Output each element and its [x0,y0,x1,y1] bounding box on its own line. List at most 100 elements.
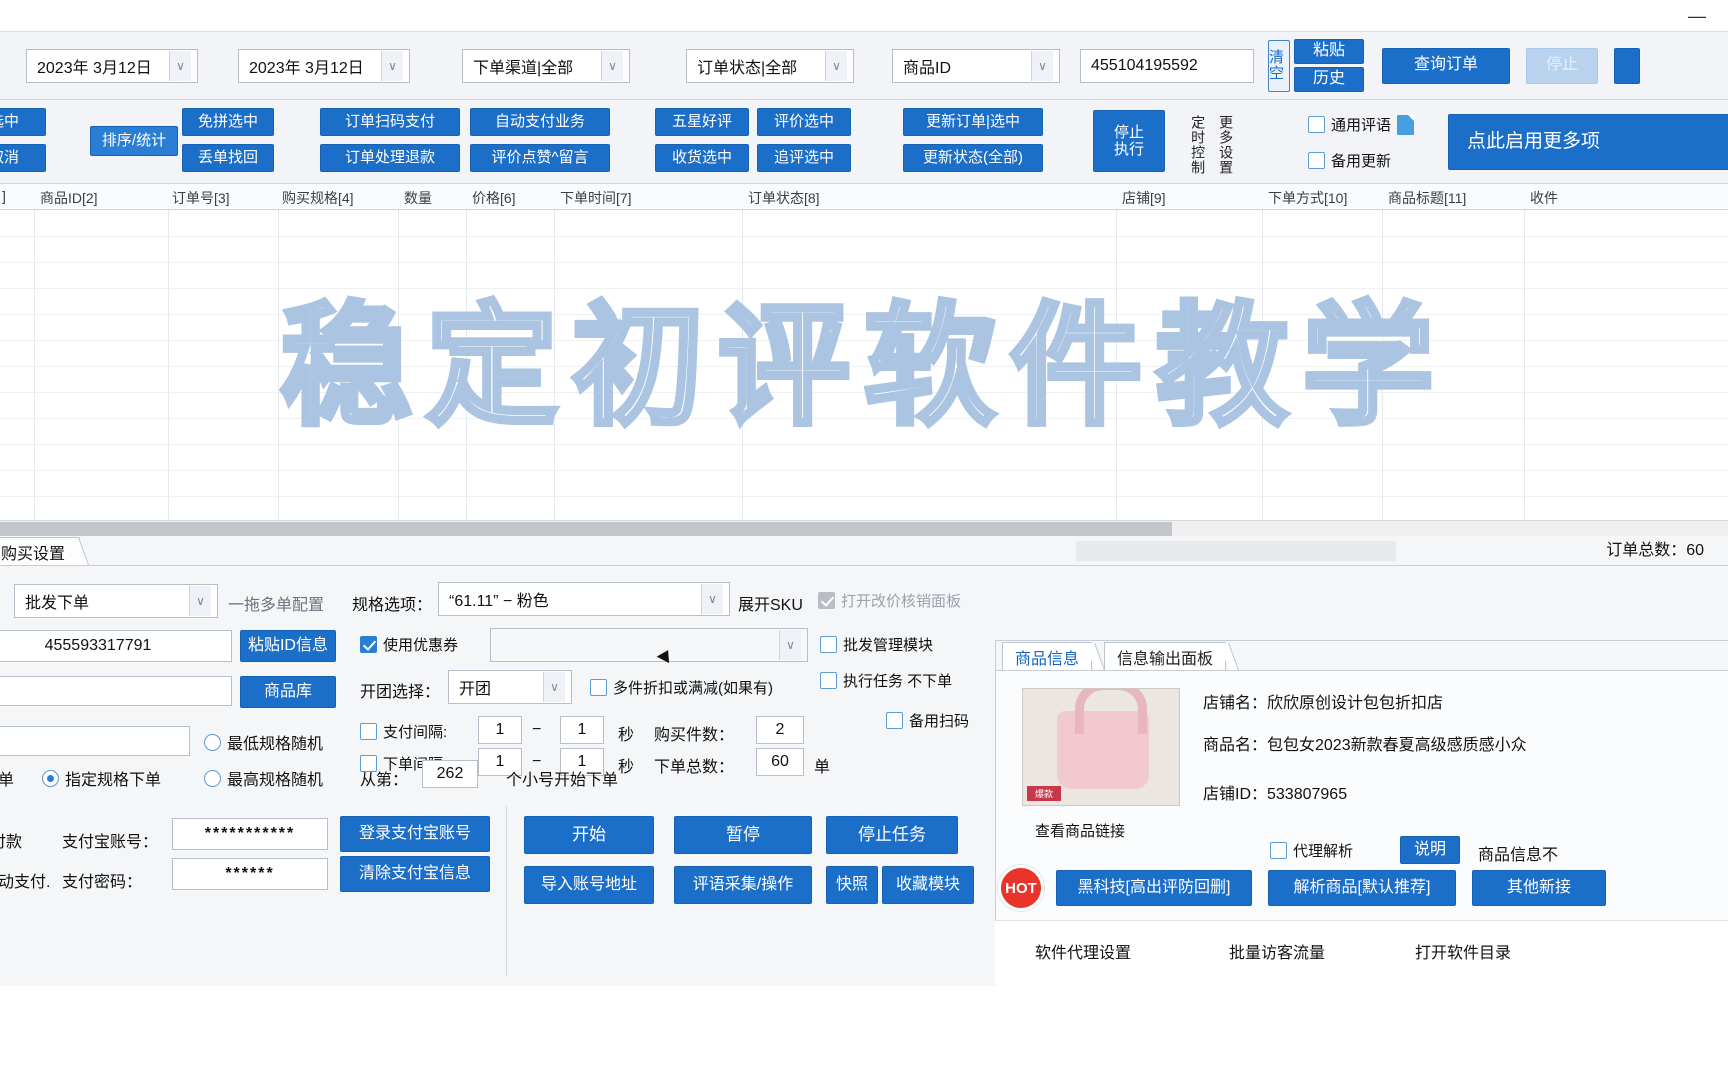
from-input[interactable]: 262 [422,760,478,788]
tab-purchase-settings[interactable]: 购买设置 [0,537,81,565]
extra-query-button[interactable] [1614,47,1640,84]
order-total-input[interactable]: 60 [756,748,804,776]
multi-discount-checkbox[interactable]: 多件折扣或满减(如果有) [590,677,773,698]
tab-info-output[interactable]: 信息输出面板 [1104,642,1227,670]
col-header-1[interactable]: 商品ID[2] [40,188,98,208]
id-type-select[interactable]: 商品ID ∨ [892,48,1060,83]
col-header-3[interactable]: 购买规格[4] [282,188,354,208]
favorite-module-button[interactable]: 收藏模块 [882,866,974,904]
pause-button[interactable]: 暂停 [674,816,812,854]
col-header-4[interactable]: 数量 [404,188,432,208]
followup-selected-button[interactable]: 追评选中 [757,144,851,172]
order-refund-button[interactable]: 订单处理退款 [320,144,460,172]
group-select[interactable]: 开团 ∨ [448,670,572,704]
update-status-all-button[interactable]: 更新状态(全部) [903,144,1043,172]
enable-more-button[interactable]: 点此启用更多项 [1448,114,1728,170]
more-settings-label[interactable]: 更多设置 [1218,110,1234,180]
sort-stats-button[interactable]: 排序/统计 [90,126,178,156]
channel-select[interactable]: 下单渠道|全部 ∨ [462,48,630,83]
col-header-11[interactable]: 收件 [1530,188,1558,208]
lowest-spec-random-radio[interactable]: 最低规格随机 [204,730,323,754]
timer-control-label[interactable]: 定时控制 [1190,110,1206,180]
product-id-input[interactable]: 455104195592 [1080,48,1254,83]
col-header-5[interactable]: 价格[6] [472,188,516,208]
order-mode-select[interactable]: 批发下单 ∨ [14,584,218,618]
batch-manage-checkbox[interactable]: 批发管理模块 [820,634,933,655]
start-button[interactable]: 开始 [524,816,654,854]
pay-interval-min-input[interactable]: 1 [478,716,522,744]
pay-interval-max-input[interactable]: 1 [560,716,604,744]
col-header-6[interactable]: 下单时间[7] [560,188,632,208]
receive-selected-button[interactable]: 收货选中 [655,144,749,172]
paste-button[interactable]: 粘贴 [1294,39,1364,64]
col-header-0[interactable]: ] [2,188,6,204]
document-icon[interactable] [1397,114,1415,135]
minimize-button[interactable]: — [1680,4,1714,28]
agent-parse-checkbox[interactable]: 代理解析 [1270,840,1353,861]
view-product-link[interactable]: 查看商品链接 [1035,820,1125,841]
col-header-8[interactable]: 店铺[9] [1122,188,1166,208]
expand-sku-label[interactable]: 展开SKU [738,591,803,615]
login-alipay-button[interactable]: 登录支付宝账号 [340,816,490,852]
product-thumbnail[interactable]: 爆款 [1022,688,1180,806]
order-status-select[interactable]: 订单状态|全部 ∨ [686,48,854,83]
snapshot-button[interactable]: 快照 [826,866,878,904]
order-scan-pay-button[interactable]: 订单扫码支付 [320,108,460,136]
agent-settings-link[interactable]: 软件代理设置 [1035,939,1131,963]
rate-like-message-button[interactable]: 评价点赞^留言 [470,144,610,172]
backup-scan-checkbox[interactable]: 备用扫码 [886,710,969,731]
col-header-10[interactable]: 商品标题[11] [1388,188,1466,208]
product-library-button[interactable]: 商品库 [240,676,336,708]
item-id-input[interactable]: 455593317791 [0,630,232,662]
col-header-2[interactable]: 订单号[3] [172,188,230,208]
orders-grid-body[interactable]: 稳定初评软件教学 [0,210,1728,520]
free-group-selected-button[interactable]: 免拼选中 [182,108,274,136]
alipay-password-input[interactable]: ****** [172,858,328,890]
stop-query-button[interactable]: 停止 [1526,47,1598,84]
open-price-panel-checkbox[interactable]: 打开改价核销面板 [818,590,961,611]
cancel-partial-button[interactable]: 取消 [0,144,46,172]
buy-count-input[interactable]: 2 [756,716,804,744]
explain-button[interactable]: 说明 [1400,836,1460,864]
backup-update-checkbox[interactable]: 备用更新 [1308,150,1391,171]
clear-button[interactable]: 清空 [1268,39,1290,92]
other-new-button[interactable]: 其他新接 [1472,870,1606,906]
stop-task-button[interactable]: 停止任务 [826,816,958,854]
alipay-account-input[interactable]: *********** [172,818,328,850]
blacktech-button[interactable]: 黑科技[高出评防回删] [1056,870,1252,906]
parse-product-button[interactable]: 解析商品[默认推荐] [1268,870,1456,906]
specified-spec-order-radio[interactable]: 指定规格下单 [42,766,161,790]
col-header-9[interactable]: 下单方式[10] [1268,188,1347,208]
use-coupon-checkbox[interactable]: 使用优惠券 [360,634,458,655]
coupon-select[interactable]: ∨ [490,628,808,662]
pay-interval-checkbox[interactable]: 支付间隔: [360,721,447,742]
batch-traffic-link[interactable]: 批量访客流量 [1229,939,1325,963]
history-button[interactable]: 历史 [1294,67,1364,92]
auto-pay-service-button[interactable]: 自动支付业务 [470,108,610,136]
import-address-button[interactable]: 导入账号地址 [524,866,654,904]
exec-task-no-order-checkbox[interactable]: 执行任务 不下单 [820,670,952,691]
open-dir-link[interactable]: 打开软件目录 [1415,939,1511,963]
clear-alipay-button[interactable]: 清除支付宝信息 [340,856,490,892]
comment-collect-button[interactable]: 评语采集/操作 [674,866,812,904]
search-orders-button[interactable]: 查询订单 [1382,47,1510,84]
date-to-select[interactable]: 2023年 3月12日 ∨ [238,48,410,83]
highest-spec-random-radio[interactable]: 最高规格随机 [204,766,323,790]
rate-selected-button[interactable]: 评价选中 [757,108,851,136]
grid-horizontal-scrollbar[interactable] [0,520,1728,536]
tertiary-input[interactable] [0,726,190,756]
paste-id-info-button[interactable]: 粘贴ID信息 [240,630,336,662]
update-order-selected-button[interactable]: 更新订单|选中 [903,108,1043,136]
general-comment-checkbox[interactable]: 通用评语 [1308,114,1415,135]
lowest-spec-random-label: 最低规格随机 [227,736,324,753]
date-from-select[interactable]: 2023年 3月12日 ∨ [26,48,198,83]
tab-product-info[interactable]: 商品信息 [1002,642,1093,670]
secondary-id-input[interactable] [0,676,232,706]
select-partial-button[interactable]: 选中 [0,108,46,136]
scrollbar-thumb[interactable] [0,522,1172,536]
stop-exec-button[interactable]: 停止 执行 [1093,110,1165,172]
five-star-button[interactable]: 五星好评 [655,108,749,136]
lost-order-find-button[interactable]: 丢单找回 [182,144,274,172]
spec-option-select[interactable]: “61.11” − 粉色 ∨ [438,582,730,616]
col-header-7[interactable]: 订单状态[8] [748,188,820,208]
